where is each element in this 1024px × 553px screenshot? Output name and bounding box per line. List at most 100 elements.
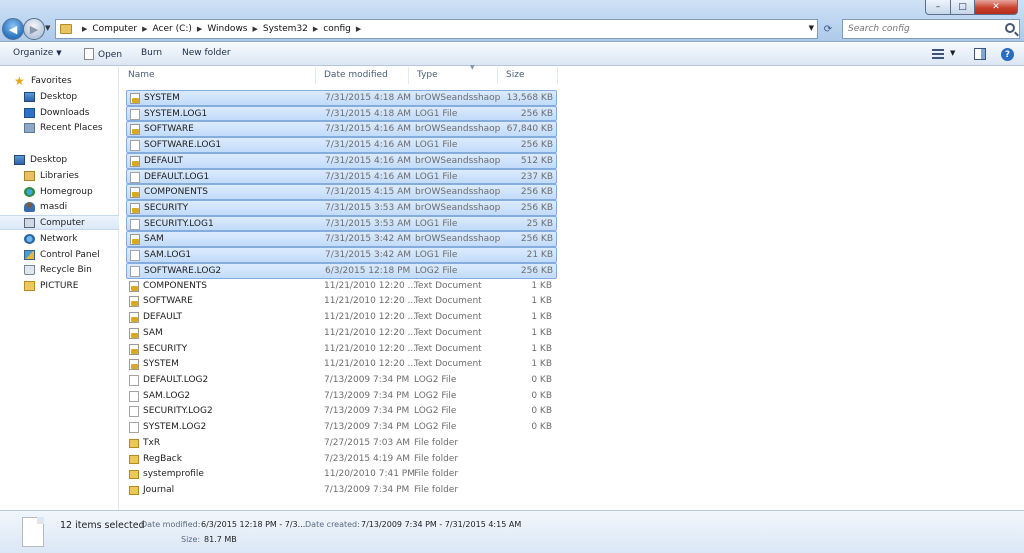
computer-icon (24, 217, 35, 228)
chevron-right-icon[interactable]: ▶ (356, 25, 361, 33)
column-header-date[interactable]: Date modified (316, 67, 409, 84)
table-row[interactable]: SAM.LOG2 7/13/2009 7:34 PM LOG2 File 0 KB (126, 389, 557, 405)
nav-label: Libraries (40, 170, 79, 181)
file-type: LOG2 File (414, 422, 457, 433)
file-type: File folder (414, 453, 459, 464)
nav-recent-places[interactable]: Recent Places (0, 120, 119, 135)
chevron-right-icon[interactable]: ▶ (313, 25, 318, 33)
table-row[interactable]: SYSTEM.LOG2 7/13/2009 7:34 PM LOG2 File 0 K… (126, 420, 557, 436)
table-row[interactable]: SYSTEM 7/31/2015 4:18 AM brOWSeandsshaop 13… (126, 90, 557, 106)
table-row[interactable]: SECURITY 11/21/2010 12:20 ... Text Documen… (126, 342, 557, 358)
burn-button[interactable]: Burn (141, 48, 162, 58)
homegroup-icon (24, 186, 35, 197)
preview-pane-icon[interactable] (974, 48, 986, 60)
minimize-button[interactable]: – (925, 0, 951, 15)
file-name: SYSTEM.LOG1 (144, 108, 208, 119)
open-button[interactable]: Open (84, 48, 122, 60)
nav-recycle-bin[interactable]: Recycle Bin (0, 262, 119, 277)
table-row[interactable]: DEFAULT 7/31/2015 4:16 AM brOWSeandsshaop 5… (126, 152, 557, 169)
file-icon (129, 390, 139, 402)
breadcrumb-config[interactable]: config (323, 24, 351, 34)
chevron-right-icon[interactable]: ▶ (82, 25, 87, 33)
document-icon (22, 517, 44, 547)
table-row[interactable]: DEFAULT 11/21/2010 12:20 ... Text Document… (126, 310, 557, 326)
table-row[interactable]: RegBack 7/23/2015 4:19 AM File folder (126, 452, 557, 468)
table-row[interactable]: SECURITY 7/31/2015 3:53 AM brOWSeandsshaop… (126, 200, 557, 216)
table-row[interactable]: SECURITY.LOG2 7/13/2009 7:34 PM LOG2 File 0… (126, 404, 557, 420)
address-history-dropdown[interactable]: ▼ (809, 24, 814, 32)
window-controls: – □ ✕ (925, 0, 1018, 15)
file-date-modified: 11/21/2010 12:20 ... (324, 327, 417, 338)
nav-downloads[interactable]: Downloads (0, 105, 119, 120)
nav-computer[interactable]: Computer (0, 215, 119, 230)
file-date-modified: 7/31/2015 3:42 AM (325, 250, 412, 261)
breadcrumb-drive[interactable]: Acer (C:) (153, 24, 192, 34)
nav-homegroup[interactable]: Homegroup (0, 184, 119, 199)
table-row[interactable]: systemprofile 11/20/2010 7:41 PM File fold… (126, 467, 557, 483)
column-header-name[interactable]: Name (120, 67, 316, 84)
table-row[interactable]: Journal 7/13/2009 7:34 PM File folder (126, 483, 557, 499)
table-row[interactable]: SECURITY.LOG1 7/31/2015 3:53 AM LOG1 File 2… (126, 215, 557, 232)
table-row[interactable]: DEFAULT.LOG2 7/13/2009 7:34 PM LOG2 File 0 … (126, 373, 557, 389)
table-row[interactable]: SAM 11/21/2010 12:20 ... Text Document 1 KB (126, 326, 557, 342)
nav-network[interactable]: Network (0, 231, 119, 246)
table-row[interactable]: SOFTWARE.LOG1 7/31/2015 4:16 AM LOG1 File 2… (126, 137, 557, 153)
table-row[interactable]: TxR 7/27/2015 7:03 AM File folder (126, 436, 557, 452)
table-row[interactable]: COMPONENTS 11/21/2010 12:20 ... Text Docum… (126, 279, 557, 295)
table-row[interactable]: SYSTEM 11/21/2010 12:20 ... Text Document 1… (126, 357, 557, 373)
search-box[interactable] (842, 19, 1020, 39)
refresh-button[interactable]: ⟳ (818, 19, 838, 39)
column-header-size[interactable]: Size (498, 67, 558, 84)
table-row[interactable]: DEFAULT.LOG1 7/31/2015 4:16 AM LOG1 File 23… (126, 168, 557, 185)
breadcrumb-computer[interactable]: Computer (92, 24, 137, 34)
table-row[interactable]: SAM 7/31/2015 3:42 AM brOWSeandsshaop 256 K… (126, 231, 557, 248)
breadcrumb-system32[interactable]: System32 (263, 24, 308, 34)
file-date-modified: 7/31/2015 4:18 AM (325, 93, 412, 103)
nav-favorites[interactable]: ★ Favorites (0, 73, 119, 88)
column-header-type[interactable]: Type (409, 67, 498, 84)
file-date-modified: 11/20/2010 7:41 PM (324, 469, 415, 480)
view-dropdown-icon[interactable]: ▼ (950, 49, 955, 57)
organize-button[interactable]: Organize ▼ (13, 48, 62, 58)
table-row[interactable]: SOFTWARE.LOG2 6/3/2015 12:18 PM LOG2 File 2… (126, 262, 557, 279)
file-name: SECURITY (143, 343, 188, 354)
help-icon[interactable]: ? (1001, 48, 1014, 61)
maximize-button[interactable]: □ (951, 0, 975, 15)
recent-pages-dropdown[interactable]: ▼ (45, 24, 50, 32)
table-row[interactable]: COMPONENTS 7/31/2015 4:15 AM brOWSeandssha… (126, 184, 557, 200)
table-row[interactable]: SOFTWARE 7/31/2015 4:16 AM brOWSeandsshaop… (126, 121, 557, 138)
file-size: 256 KB (520, 187, 553, 198)
file-date-modified: 11/21/2010 12:20 ... (324, 343, 417, 354)
file-name: SYSTEM (144, 93, 180, 103)
nav-desktop[interactable]: Desktop (0, 152, 119, 167)
file-date-modified: 7/31/2015 4:16 AM (325, 124, 412, 135)
address-bar[interactable]: ▶ Computer ▶ Acer (C:) ▶ Windows ▶ Syste… (55, 19, 818, 39)
close-button[interactable]: ✕ (975, 0, 1018, 15)
file-list: Name Date modified Type Size ▼ SYSTEM 7/3… (120, 64, 1024, 510)
chevron-right-icon[interactable]: ▶ (142, 25, 147, 33)
file-name: SAM.LOG1 (144, 250, 192, 261)
breadcrumb-windows[interactable]: Windows (207, 24, 247, 34)
chevron-right-icon[interactable]: ▶ (197, 25, 202, 33)
nav-desktop-favorite[interactable]: Desktop (0, 89, 119, 104)
nav-picture[interactable]: PICTURE (0, 278, 119, 293)
nav-label: Computer (40, 217, 85, 228)
forward-button[interactable]: ▶ (23, 18, 45, 40)
chevron-right-icon[interactable]: ▶ (253, 25, 258, 33)
table-row[interactable]: SYSTEM.LOG1 7/31/2015 4:18 AM LOG1 File 256… (126, 105, 557, 122)
nav-control-panel[interactable]: Control Panel (0, 247, 119, 262)
file-date-modified: 11/21/2010 12:20 ... (324, 296, 417, 307)
new-folder-button[interactable]: New folder (182, 48, 231, 58)
nav-libraries[interactable]: Libraries (0, 168, 119, 183)
file-size: 25 KB (526, 218, 553, 229)
search-input[interactable] (848, 24, 998, 34)
file-date-modified: 6/3/2015 12:18 PM (325, 265, 411, 276)
back-button[interactable]: ◀ (2, 18, 24, 40)
file-name: COMPONENTS (143, 280, 208, 291)
file-name: DEFAULT (143, 312, 182, 323)
table-row[interactable]: SAM.LOG1 7/31/2015 3:42 AM LOG1 File 21 KB (126, 247, 557, 263)
view-options-icon[interactable] (932, 49, 944, 59)
file-type: LOG1 File (415, 218, 458, 229)
nav-user[interactable]: masdi (0, 199, 119, 214)
table-row[interactable]: SOFTWARE 11/21/2010 12:20 ... Text Documen… (126, 294, 557, 310)
